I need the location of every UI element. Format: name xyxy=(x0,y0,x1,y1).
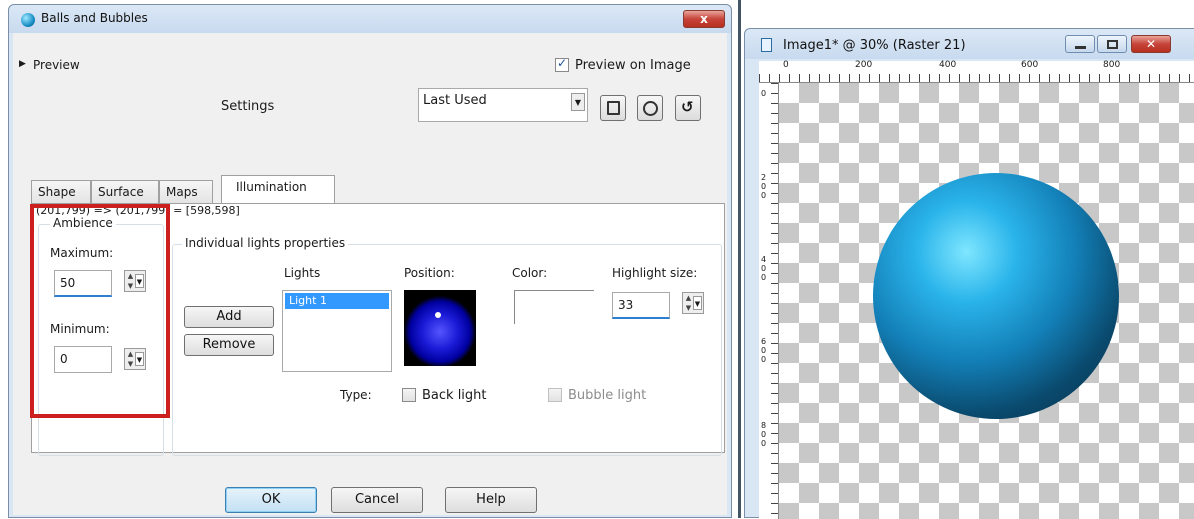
back-light-label: Back light xyxy=(422,388,487,403)
preview-on-image-label: Preview on Image xyxy=(575,58,691,73)
image-title-bar[interactable]: Image1* @ 30% (Raster 21) ✕ xyxy=(745,29,1194,59)
light-position-preview[interactable] xyxy=(404,290,476,366)
help-label: Help xyxy=(476,492,506,507)
maximize-icon xyxy=(1107,40,1118,49)
dialog-title-bar[interactable]: Balls and Bubbles x xyxy=(9,5,731,33)
tab-maps[interactable]: Maps xyxy=(159,180,213,203)
preview-toggle[interactable]: Preview xyxy=(33,58,80,72)
ruler-label: 2 0 0 xyxy=(761,173,767,200)
tab-shape-label: Shape xyxy=(38,185,76,199)
close-button[interactable]: x xyxy=(683,10,725,28)
workspace-divider xyxy=(738,0,741,518)
floppy-disk-icon xyxy=(607,101,620,115)
tab-surface-label: Surface xyxy=(98,185,144,199)
illumination-tab-panel: (201,799) => (201,799) = [598,598] Ambie… xyxy=(30,203,725,456)
ambience-highlight-box xyxy=(30,204,170,418)
image-title: Image1* @ 30% (Raster 21) xyxy=(783,38,966,53)
image-canvas[interactable] xyxy=(779,83,1194,519)
dialog-client: ▶ Preview ✓ Preview on Image Settings La… xyxy=(13,33,727,515)
close-icon: x xyxy=(700,12,708,26)
ruler-label: 4 0 0 xyxy=(761,255,767,282)
balls-and-bubbles-dialog: Balls and Bubbles x ▶ Preview ✓ Preview … xyxy=(8,4,732,518)
reset-icon: ↺ xyxy=(681,98,694,116)
bubble-light-label: Bubble light xyxy=(568,388,647,403)
slider-drop-icon[interactable]: ▼ xyxy=(693,296,702,310)
tab-surface[interactable]: Surface xyxy=(91,180,159,203)
position-label: Position: xyxy=(404,266,455,280)
vertical-ruler: 0 2 0 0 4 0 0 6 0 0 8 0 0 xyxy=(759,83,779,519)
settings-preset-value: Last Used xyxy=(423,93,487,108)
ok-button[interactable]: OK xyxy=(225,487,317,513)
app-icon xyxy=(21,13,35,27)
blue-ball xyxy=(873,173,1119,419)
settings-label: Settings xyxy=(221,99,275,114)
ruler-label: 400 xyxy=(939,60,957,70)
image-window: Image1* @ 30% (Raster 21) ✕ 0 200 400 60… xyxy=(744,28,1194,519)
color-label: Color: xyxy=(512,266,548,280)
list-item[interactable]: Light 1 xyxy=(285,293,389,309)
dropdown-arrow-icon[interactable]: ▼ xyxy=(571,93,585,111)
highlight-size-input[interactable]: 33 xyxy=(612,292,670,319)
back-light-checkbox[interactable] xyxy=(402,388,416,402)
minimize-button[interactable] xyxy=(1065,35,1095,53)
light-position-marker[interactable] xyxy=(435,312,441,318)
tab-illumination[interactable]: Illumination xyxy=(221,175,335,204)
tab-illumination-label: Illumination xyxy=(236,180,307,194)
cancel-button[interactable]: Cancel xyxy=(331,487,423,513)
preview-on-image-checkbox[interactable]: ✓ xyxy=(555,56,569,72)
add-label: Add xyxy=(216,309,242,324)
tab-shape[interactable]: Shape xyxy=(31,180,91,203)
preview-expander-icon[interactable]: ▶ xyxy=(19,59,26,69)
ruler-label: 200 xyxy=(855,60,873,70)
type-label: Type: xyxy=(340,388,372,402)
help-button[interactable]: Help xyxy=(445,487,537,513)
light-color-swatch[interactable] xyxy=(514,290,594,324)
check-icon: ✓ xyxy=(557,56,568,70)
spin-down-icon[interactable]: ▼ xyxy=(684,304,693,313)
spin-up-icon[interactable]: ▲ xyxy=(684,294,693,303)
ruler-ticks xyxy=(759,74,1194,82)
cancel-label: Cancel xyxy=(354,492,400,507)
light-item-label: Light 1 xyxy=(289,294,327,307)
add-light-button[interactable]: Add xyxy=(184,306,274,328)
ruler-label: 800 xyxy=(1103,60,1121,70)
ruler-label: 600 xyxy=(1021,60,1039,70)
highlight-size-label: Highlight size: xyxy=(612,266,698,280)
lights-label: Lights xyxy=(284,266,321,280)
dialog-title: Balls and Bubbles xyxy=(41,11,148,25)
reset-defaults-button[interactable]: ↺ xyxy=(675,95,701,121)
ruler-label: 0 xyxy=(761,89,767,98)
horizontal-ruler: 0 200 400 600 800 xyxy=(759,60,1194,83)
ok-label: OK xyxy=(261,492,281,507)
settings-preset-select[interactable]: Last Used ▼ xyxy=(418,88,588,122)
ruler-label: 6 0 0 xyxy=(761,337,767,364)
cube-icon xyxy=(643,101,658,116)
individual-lights-title: Individual lights properties xyxy=(182,236,349,250)
document-icon xyxy=(761,38,772,52)
ruler-ticks xyxy=(771,83,778,519)
highlight-size-spinner[interactable]: ▲ ▼ ▼ xyxy=(682,292,704,314)
lights-list[interactable]: Light 1 xyxy=(282,290,392,372)
tab-maps-label: Maps xyxy=(166,185,198,199)
minimize-icon xyxy=(1075,46,1086,49)
save-preset-button[interactable] xyxy=(600,95,626,121)
bubble-light-checkbox[interactable] xyxy=(548,388,562,402)
resource-manager-button[interactable] xyxy=(637,95,663,121)
image-close-button[interactable]: ✕ xyxy=(1131,35,1171,53)
close-icon: ✕ xyxy=(1145,37,1157,51)
highlight-size-value: 33 xyxy=(618,298,634,312)
remove-light-button[interactable]: Remove xyxy=(184,334,274,356)
maximize-button[interactable] xyxy=(1097,35,1127,53)
ruler-label: 0 xyxy=(783,60,789,70)
ruler-label: 8 0 0 xyxy=(761,421,767,448)
remove-label: Remove xyxy=(202,337,256,352)
